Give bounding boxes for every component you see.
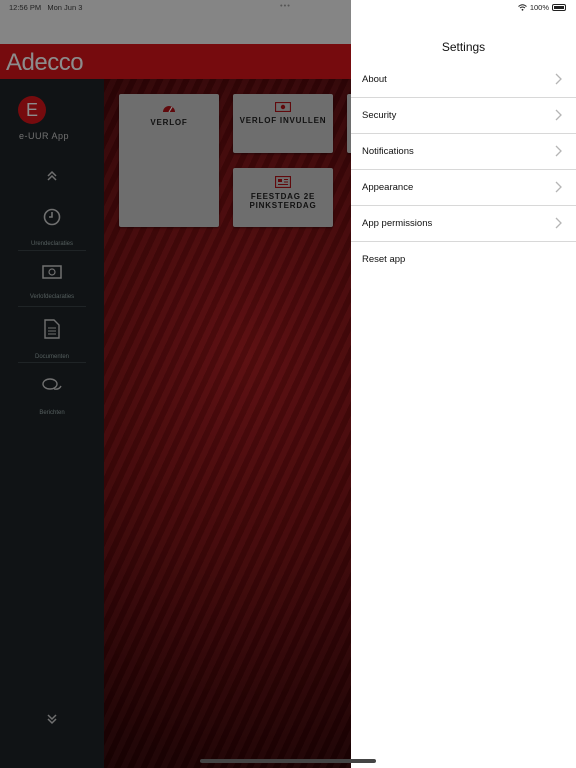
chevron-right-icon [555,109,562,121]
status-right: 100% [517,3,566,12]
chevron-right-icon [555,145,562,157]
battery-icon [552,4,566,11]
status-bar: 12:56 PM Mon Jun 3 ••• 100% [0,0,576,14]
chevron-right-icon [555,217,562,229]
chevron-right-icon [555,73,562,85]
settings-item-security[interactable]: Security [351,98,576,134]
settings-item-reset-app[interactable]: Reset app [351,242,576,278]
settings-item-label: Reset app [362,254,406,265]
settings-item-notifications[interactable]: Notifications [351,134,576,170]
status-time: 12:56 PM Mon Jun 3 [9,3,83,12]
settings-item-app-permissions[interactable]: App permissions [351,206,576,242]
settings-item-label: Security [362,110,397,121]
settings-item-label: Appearance [362,182,414,193]
battery-percent: 100% [529,3,549,12]
settings-panel: Settings About Security Notifications Ap… [351,0,576,768]
settings-item-label: App permissions [362,218,433,229]
home-indicator[interactable] [200,759,376,763]
settings-item-about[interactable]: About [351,62,576,98]
settings-item-label: About [362,74,387,85]
page-title: Settings [441,40,486,54]
chevron-right-icon [555,181,562,193]
settings-item-label: Notifications [362,146,414,157]
settings-item-appearance[interactable]: Appearance [351,170,576,206]
wifi-icon [517,4,527,11]
multitasking-dots[interactable]: ••• [280,1,291,10]
